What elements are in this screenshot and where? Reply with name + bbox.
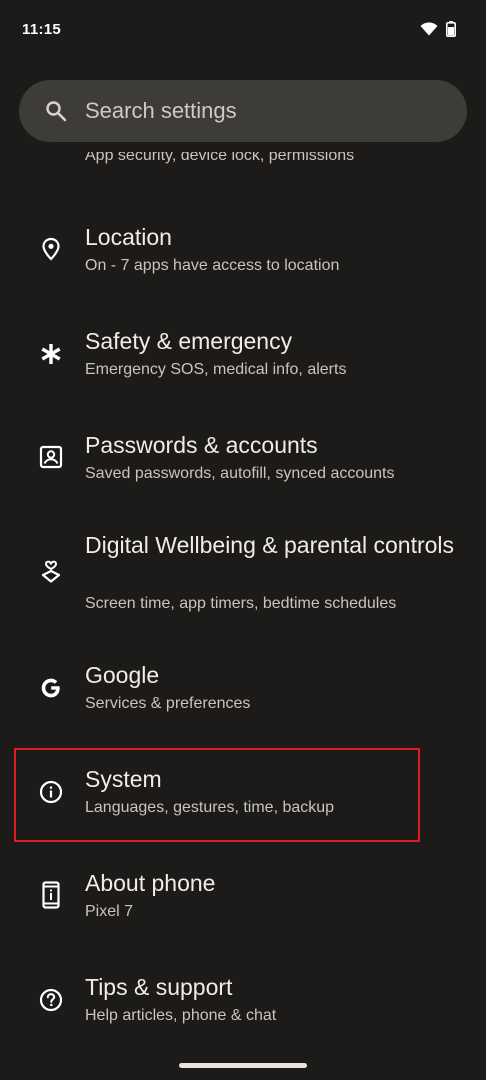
settings-item-about-phone[interactable]: About phone Pixel 7 (0, 856, 486, 946)
item-subtitle: Saved passwords, autofill, synced accoun… (85, 465, 395, 482)
item-title: Digital Wellbeing & parental controls (85, 532, 455, 558)
account-box-icon (38, 444, 64, 470)
settings-item-location[interactable]: Location On - 7 apps have access to loca… (0, 210, 486, 300)
item-subtitle: Help articles, phone & chat (85, 1007, 277, 1024)
item-title: Tips & support (85, 974, 233, 1000)
item-subtitle: On - 7 apps have access to location (85, 257, 340, 274)
item-title: Safety & emergency (85, 328, 293, 354)
item-title: About phone (85, 870, 216, 896)
highlight-box (14, 748, 420, 842)
item-title: Passwords & accounts (85, 432, 318, 458)
search-placeholder: Search settings (85, 98, 237, 123)
search-icon (45, 100, 67, 127)
status-time: 11:15 (22, 21, 62, 38)
item-subtitle: Pixel 7 (85, 903, 134, 920)
item-subtitle: Services & preferences (85, 695, 251, 712)
status-bar: 11:15 (0, 0, 486, 62)
security-item-subtitle-partial[interactable]: App security, device lock, permissions (85, 152, 354, 166)
wellbeing-icon (38, 558, 64, 584)
settings-item-tips-support[interactable]: Tips & support Help articles, phone & ch… (0, 960, 486, 1050)
item-subtitle: Screen time, app timers, bedtime schedul… (85, 595, 397, 612)
search-bar[interactable]: Search settings (19, 80, 467, 142)
phone-info-icon (38, 881, 64, 909)
help-icon (38, 987, 64, 1013)
home-gesture-bar[interactable] (179, 1063, 307, 1068)
settings-item-digital-wellbeing[interactable]: Digital Wellbeing & parental controls Sc… (0, 520, 486, 630)
settings-item-safety-emergency[interactable]: Safety & emergency Emergency SOS, medica… (0, 314, 486, 404)
item-title: Google (85, 662, 160, 688)
status-icons (420, 21, 456, 42)
item-title: Location (85, 224, 172, 250)
settings-item-passwords-accounts[interactable]: Passwords & accounts Saved passwords, au… (0, 418, 486, 508)
location-pin-icon (38, 236, 64, 262)
asterisk-icon (38, 341, 64, 367)
settings-item-google[interactable]: Google Services & preferences (0, 650, 486, 740)
battery-icon (446, 21, 456, 42)
item-subtitle: Emergency SOS, medical info, alerts (85, 361, 347, 378)
google-icon (38, 675, 64, 701)
wifi-icon (420, 22, 438, 41)
